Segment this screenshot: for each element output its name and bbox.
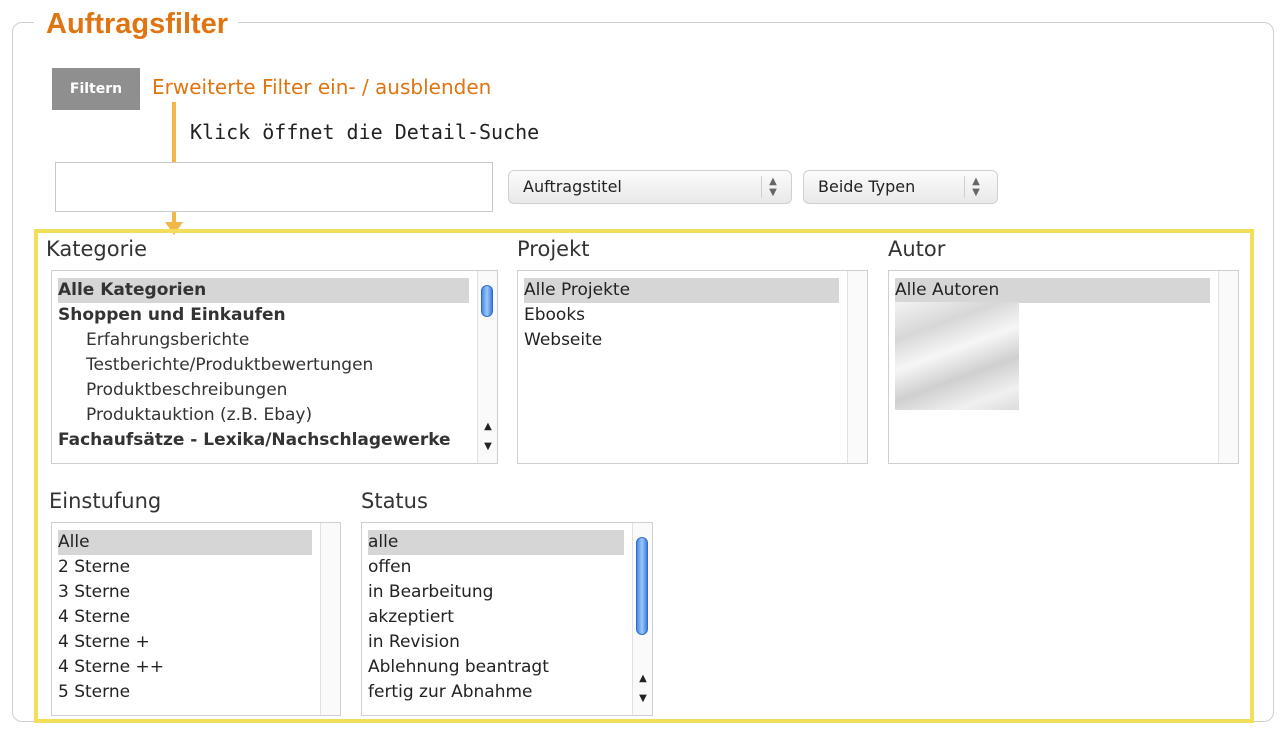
status-listbox[interactable]: alle offen in Bearbeitung akzeptiert in …	[361, 522, 653, 716]
list-item[interactable]: 4 Sterne ++	[58, 655, 312, 680]
projekt-scrollbar[interactable]	[847, 271, 867, 463]
list-item[interactable]: fertig zur Abnahme	[368, 680, 624, 705]
list-item[interactable]: Ablehnung beantragt	[368, 655, 624, 680]
list-item[interactable]: 5 Sterne	[58, 680, 312, 705]
fieldset-legend: Auftragsfilter	[34, 6, 239, 42]
list-item[interactable]: Produktbeschreibungen	[58, 378, 469, 403]
author-avatar	[895, 302, 1019, 410]
field-select[interactable]: Auftragstitel ▲ ▼	[508, 170, 792, 204]
list-item[interactable]: Ebooks	[524, 303, 839, 328]
annotation-text: Klick öffnet die Detail-Suche	[190, 120, 540, 144]
list-item[interactable]: 4 Sterne	[58, 605, 312, 630]
list-item[interactable]: 4 Sterne +	[58, 630, 312, 655]
filter-button[interactable]: Filtern	[52, 68, 140, 110]
type-select-value: Beide Typen	[818, 177, 916, 196]
einstufung-label: Einstufung	[49, 489, 162, 513]
up-down-arrows-icon: ▲ ▼	[964, 176, 987, 198]
autor-scrollbar[interactable]	[1218, 271, 1238, 463]
scroll-up-arrow-icon[interactable]: ▲	[637, 671, 649, 687]
list-item[interactable]: 3 Sterne	[58, 580, 312, 605]
search-input[interactable]	[55, 162, 493, 212]
kategorie-listbox[interactable]: Alle Kategorien Shoppen und Einkaufen Er…	[51, 270, 498, 464]
list-item[interactable]: in Bearbeitung	[368, 580, 624, 605]
list-item[interactable]: Webseite	[524, 328, 839, 353]
scroll-down-arrow-icon[interactable]: ▼	[482, 439, 494, 455]
status-label: Status	[361, 489, 428, 513]
list-item[interactable]: akzeptiert	[368, 605, 624, 630]
scroll-up-arrow-icon[interactable]: ▲	[482, 419, 494, 435]
projekt-listbox[interactable]: Alle Projekte Ebooks Webseite	[517, 270, 868, 464]
list-item[interactable]: in Revision	[368, 630, 624, 655]
status-scrollbar[interactable]: ▲ ▼	[632, 523, 652, 715]
toggle-advanced-filters-link[interactable]: Erweiterte Filter ein- / ausblenden	[152, 73, 491, 101]
list-item[interactable]: Produktauktion (z.B. Ebay)	[58, 403, 469, 428]
projekt-label: Projekt	[517, 237, 590, 261]
einstufung-listbox[interactable]: Alle 2 Sterne 3 Sterne 4 Sterne 4 Sterne…	[51, 522, 341, 716]
list-item[interactable]: alle	[368, 530, 624, 555]
kategorie-label: Kategorie	[46, 237, 147, 261]
scroll-down-arrow-icon[interactable]: ▼	[637, 691, 649, 707]
autor-label: Autor	[888, 237, 946, 261]
scroll-thumb[interactable]	[636, 537, 648, 635]
list-item[interactable]: 2 Sterne	[58, 555, 312, 580]
list-item[interactable]: Testberichte/Produktbewertungen	[58, 353, 469, 378]
list-item[interactable]: Fachaufsätze - Lexika/Nachschlagewerke	[58, 428, 469, 453]
list-item[interactable]: Alle Projekte	[524, 278, 839, 303]
list-item[interactable]: offen	[368, 555, 624, 580]
list-item[interactable]: Shoppen und Einkaufen	[58, 303, 469, 328]
kategorie-scrollbar[interactable]: ▲ ▼	[477, 271, 497, 463]
einstufung-scrollbar[interactable]	[320, 523, 340, 715]
list-item[interactable]: Erfahrungsberichte	[58, 328, 469, 353]
scroll-thumb[interactable]	[481, 285, 493, 317]
list-item[interactable]: Alle	[58, 530, 312, 555]
type-select[interactable]: Beide Typen ▲ ▼	[803, 170, 998, 204]
autor-listbox[interactable]: Alle Autoren	[888, 270, 1239, 464]
up-down-arrows-icon: ▲ ▼	[761, 176, 784, 198]
field-select-value: Auftragstitel	[523, 177, 622, 196]
list-item[interactable]: Alle Autoren	[895, 278, 1210, 303]
list-item[interactable]: Alle Kategorien	[58, 278, 469, 303]
